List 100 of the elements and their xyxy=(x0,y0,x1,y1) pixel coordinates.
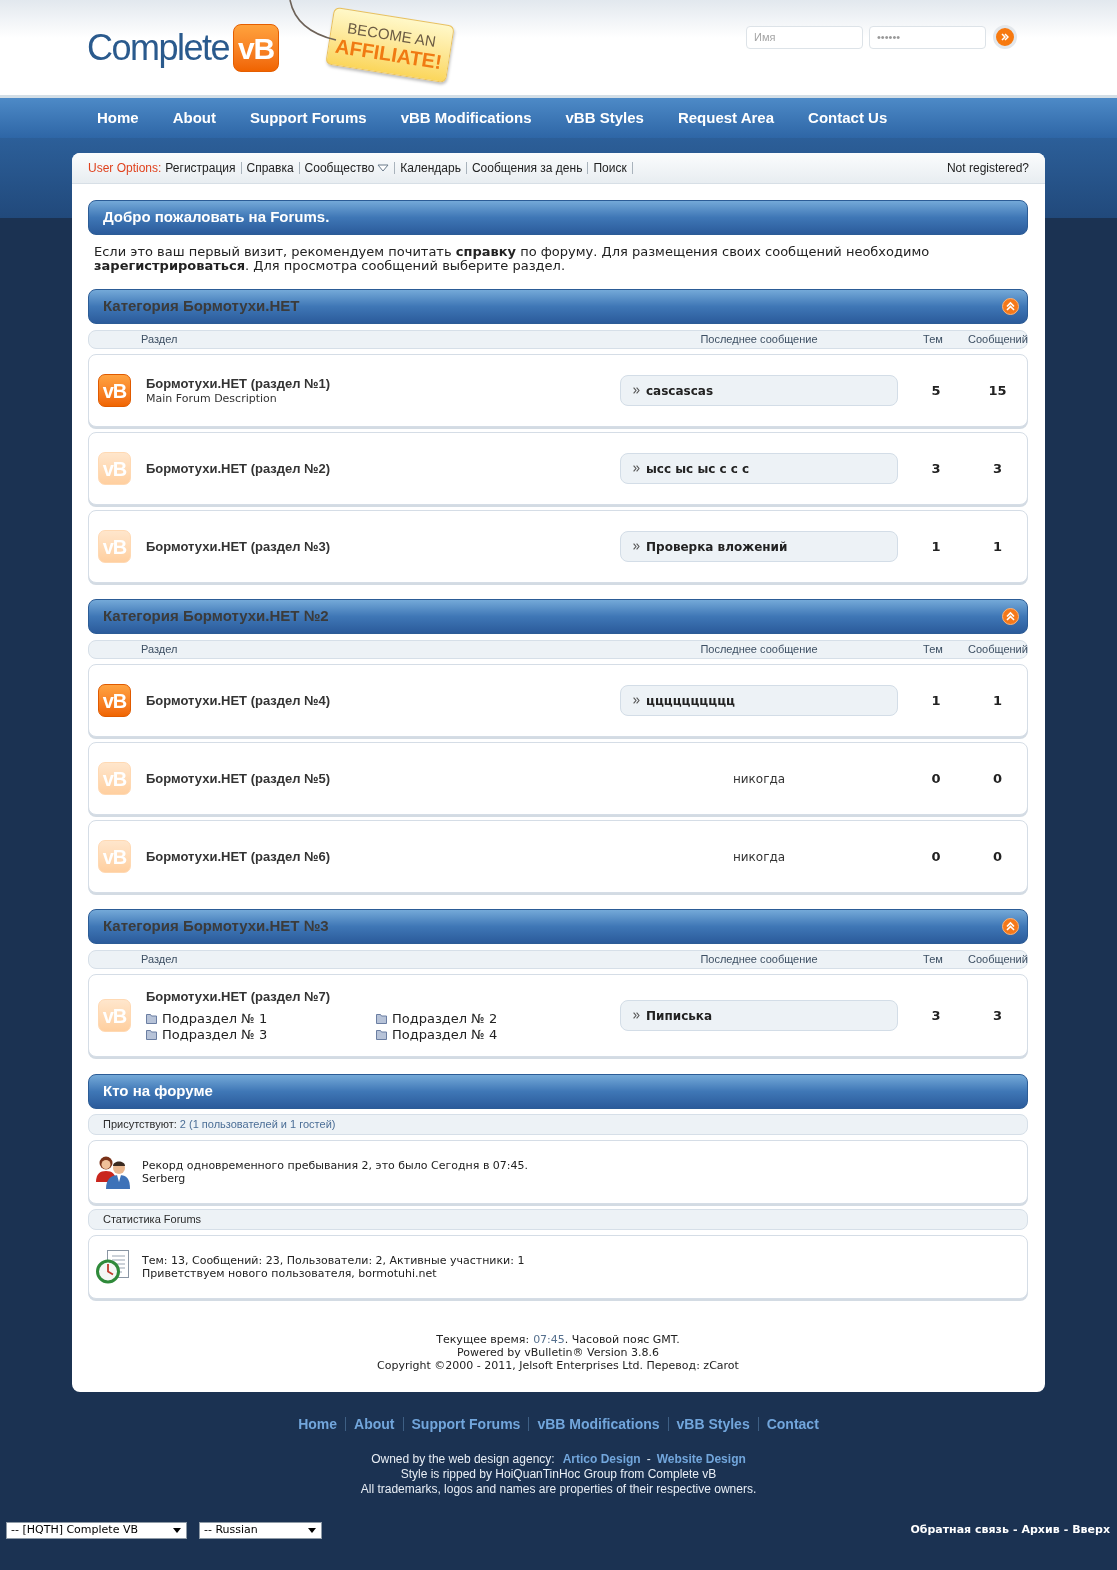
collapse-icon[interactable] xyxy=(1002,918,1019,935)
caret-icon xyxy=(377,164,390,172)
footer-link[interactable]: vBB Styles xyxy=(676,1415,750,1433)
subforum-link[interactable]: Подраздел № 1 xyxy=(146,1010,376,1027)
forum-title[interactable]: Бормотухи.НЕТ (раздел №2) xyxy=(146,460,331,477)
thread-count: 1 xyxy=(930,691,942,710)
registration-status: Not registered? xyxy=(946,160,1029,177)
folder-icon xyxy=(376,1013,387,1024)
user-options-link[interactable]: Календарь xyxy=(400,159,461,177)
folder-icon xyxy=(146,1029,157,1040)
thread-count: 3 xyxy=(930,1006,942,1025)
info-text: Serberg xyxy=(142,1172,187,1185)
footer-link[interactable]: Contact xyxy=(766,1415,819,1433)
column-label: Сообщений xyxy=(968,332,1027,348)
info-text: Тем: 13, Сообщений: 23, Пользователи: 2, Активные участники: 1 xyxy=(142,1254,525,1267)
nav-link[interactable]: Support Forums xyxy=(250,106,367,130)
user-options-link[interactable]: Справка xyxy=(246,159,294,177)
thread-count: 1 xyxy=(930,537,942,556)
user-options-link[interactable]: Сообщения за день xyxy=(471,159,583,177)
bottom-link[interactable]: Вверх xyxy=(1072,1522,1110,1539)
text-link[interactable]: зарегистрироваться xyxy=(94,258,246,273)
column-label: Сообщений xyxy=(968,952,1027,968)
credit-link[interactable]: Artico Design xyxy=(562,1452,641,1467)
user-options-link[interactable]: Регистрация xyxy=(165,159,236,177)
last-post-link[interactable]: цццццццццц xyxy=(646,691,735,710)
caret-icon xyxy=(308,1528,316,1533)
forum-status-icon: vB xyxy=(98,530,131,563)
double-chevron-icon xyxy=(633,1012,640,1019)
bottom-link[interactable]: Обратная связь xyxy=(910,1522,1009,1539)
logo-text[interactable]: Complete xyxy=(87,25,230,71)
online-count: 2 (1 пользователей и 1 гостей) xyxy=(179,1117,336,1133)
users-icon xyxy=(95,1154,131,1190)
footer-link[interactable]: Support Forums xyxy=(411,1415,521,1433)
footer-text: Powered by vBulletin® Version 3.8.6 xyxy=(456,1346,660,1359)
forum-status-icon: vB xyxy=(98,840,131,873)
online-heading: Кто на форуме xyxy=(88,1074,1028,1109)
double-chevron-icon xyxy=(633,387,640,394)
affiliate-tag[interactable]: BECOME AN AFFILIATE! xyxy=(325,6,455,84)
column-label: Тем xyxy=(922,332,944,348)
username-field[interactable]: Имя xyxy=(746,25,863,49)
nav-link[interactable]: About xyxy=(172,106,216,130)
forum-title[interactable]: Бормотухи.НЕТ (раздел №4) xyxy=(146,692,331,709)
subforum-link[interactable]: Подраздел № 2 xyxy=(376,1010,606,1027)
caret-icon xyxy=(173,1528,181,1533)
post-count: 3 xyxy=(991,1006,1003,1025)
dash-separator: - xyxy=(1012,1522,1018,1539)
nav-link[interactable]: Request Area xyxy=(677,106,775,130)
forum-title[interactable]: Бормотухи.НЕТ (раздел №1) xyxy=(146,376,331,392)
double-chevron-icon xyxy=(1001,33,1009,41)
nav-link[interactable]: vBB Modifications xyxy=(400,106,532,130)
welcome-text: Если это ваш первый визит, рекомендуем почитать справку по форуму. Для размещения своих сообщений необходимо зарегистрироваться. Для просмотра сообщений выберите раздел. xyxy=(94,245,931,273)
last-post-link[interactable]: Проверка вложений xyxy=(646,537,788,556)
nav-link[interactable]: vBB Styles xyxy=(565,106,644,130)
post-count: 1 xyxy=(991,537,1003,556)
subforum-link[interactable]: Подраздел № 4 xyxy=(376,1026,606,1043)
forum-title[interactable]: Бормотухи.НЕТ (раздел №3) xyxy=(146,538,331,555)
user-options-link[interactable]: Сообщество xyxy=(304,159,390,177)
bottom-link[interactable]: Архив xyxy=(1021,1522,1060,1539)
nav-link[interactable]: Contact Us xyxy=(808,106,888,130)
post-count: 15 xyxy=(987,381,1008,400)
column-label: Последнее сообщение xyxy=(699,332,819,348)
last-post-text: никогда xyxy=(731,770,787,788)
style-select[interactable]: -- [HQTH] Complete VB xyxy=(6,1522,187,1539)
last-post-link[interactable]: cascascas xyxy=(646,381,714,400)
text-link[interactable]: справку xyxy=(455,244,517,259)
last-post-link[interactable]: ысс ыс ыс с с с xyxy=(646,459,750,478)
subforum-link[interactable]: Подраздел № 3 xyxy=(146,1026,376,1043)
forum-title[interactable]: Бормотухи.НЕТ (раздел №5) xyxy=(146,770,331,787)
time-label: Текущее время: xyxy=(436,1333,530,1346)
login-button[interactable] xyxy=(993,25,1017,49)
forum-title[interactable]: Бормотухи.НЕТ (раздел №6) xyxy=(146,848,331,865)
double-chevron-icon xyxy=(633,543,640,550)
column-label: Тем xyxy=(922,642,944,658)
footer-link[interactable]: About xyxy=(354,1415,395,1433)
footer-link[interactable]: vBB Modifications xyxy=(537,1415,660,1433)
credits-text: Owned by the web design agency: xyxy=(371,1452,555,1467)
forum-title[interactable]: Бормотухи.НЕТ (раздел №7) xyxy=(146,988,606,1005)
footer-text: Copyright ©2000 - 2011, Jelsoft Enterprises Ltd. Перевод: zCarot xyxy=(376,1359,740,1372)
credit-link[interactable]: Website Design xyxy=(656,1452,746,1467)
forum-description: Main Forum Description xyxy=(146,392,278,405)
collapse-icon[interactable] xyxy=(1002,608,1019,625)
post-count: 3 xyxy=(991,459,1003,478)
user-options-label: User Options: xyxy=(88,160,162,177)
last-post-link[interactable]: Пиписька xyxy=(646,1006,713,1025)
forum-status-icon: vB xyxy=(98,684,131,717)
collapse-icon[interactable] xyxy=(1002,298,1019,315)
forum-status-icon: vB xyxy=(98,999,131,1032)
post-count: 0 xyxy=(991,847,1003,866)
info-text: Приветствуем нового пользователя, bormotuhi.net xyxy=(142,1267,438,1280)
dash-separator: - xyxy=(1063,1522,1069,1539)
language-select[interactable]: -- Russian xyxy=(199,1522,322,1539)
column-label: Последнее сообщение xyxy=(699,952,819,968)
column-label: Раздел xyxy=(140,642,179,658)
post-count: 0 xyxy=(991,769,1003,788)
info-text: Рекорд одновременного пребывания 2, это было Сегодня в 07:45. xyxy=(142,1159,529,1172)
user-options-link[interactable]: Поиск xyxy=(593,159,627,177)
dash-separator: - xyxy=(646,1452,651,1467)
footer-link[interactable]: Home xyxy=(298,1415,338,1433)
column-label: Раздел xyxy=(140,952,179,968)
nav-link[interactable]: Home xyxy=(97,106,139,130)
